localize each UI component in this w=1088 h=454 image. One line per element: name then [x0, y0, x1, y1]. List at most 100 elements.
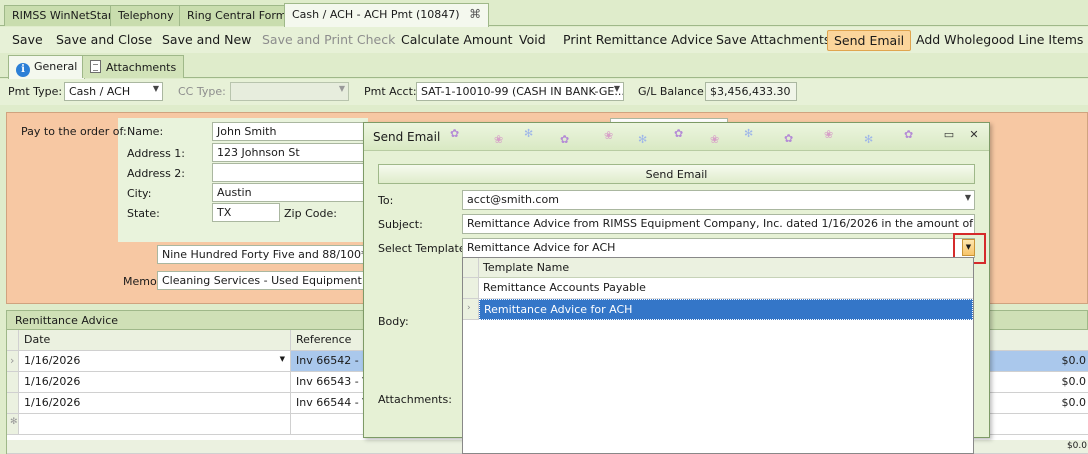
column-header-amount[interactable] [990, 330, 1088, 351]
state-label: State: [127, 207, 160, 220]
tab-rimss-winnetstar[interactable]: RIMSS WinNetStar [4, 5, 121, 26]
column-header-reference[interactable]: Reference [291, 330, 371, 351]
address1-value: 123 Johnson St [217, 146, 300, 159]
tab-label: Cash / ACH - ACH Pmt (10847) [292, 8, 460, 21]
template-option-selected[interactable]: Remittance Advice for ACH [479, 299, 973, 320]
payment-header-row: Pmt Type: Cash / ACH ▼ CC Type: ▼ Pmt Ac… [0, 79, 1088, 105]
chevron-down-icon[interactable]: ▼ [965, 193, 971, 202]
chevron-down-icon: ▼ [152, 84, 159, 93]
row-indicator-icon: › [463, 299, 479, 320]
to-label: To: [378, 194, 394, 207]
amount-in-words-value: Nine Hundred Forty Five and 88/100***** [162, 248, 366, 261]
address2-field[interactable] [212, 163, 366, 182]
subject-label: Subject: [378, 218, 423, 231]
flower-decoration-icon: ❀ [494, 133, 504, 146]
close-tab-icon[interactable]: ⌘ [469, 7, 481, 21]
pmt-acct-select[interactable]: SAT-1-10010-99 (CASH IN BANK-GE... ▼ [416, 82, 624, 101]
calculate-amount-button[interactable]: Calculate Amount [395, 30, 518, 51]
star-decoration-icon: ✻ [524, 127, 534, 140]
column-header-date[interactable]: Date [19, 330, 291, 351]
address1-label: Address 1: [127, 147, 186, 160]
payee-name-field[interactable]: John Smith [212, 122, 366, 141]
tab-telephony[interactable]: Telephony [110, 5, 182, 26]
tab-label: General [34, 60, 78, 73]
tab-label: Telephony [118, 9, 174, 22]
row-indicator-icon[interactable]: › [7, 351, 19, 372]
save-and-print-check-button[interactable]: Save and Print Check [256, 30, 401, 51]
gl-balance-field: $3,456,433.30 [705, 82, 797, 101]
chevron-down-icon[interactable]: ▼ [280, 355, 285, 363]
maximize-icon[interactable]: ▭ [942, 128, 956, 142]
tab-general[interactable]: i General [8, 55, 86, 79]
star-decoration-icon: ✻ [864, 133, 874, 146]
flower-decoration-icon: ❀ [710, 133, 720, 146]
save-attachments-button[interactable]: Save Attachments [710, 30, 836, 51]
address1-field[interactable]: 123 Johnson St [212, 143, 366, 162]
zip-code-label: Zip Code: [284, 207, 337, 220]
tab-attachments[interactable]: Attachments [82, 55, 185, 78]
footer-amount: $0.0 [1066, 441, 1087, 451]
butterfly-decoration-icon: ✿ [560, 133, 570, 146]
cc-type-select[interactable]: ▼ [230, 82, 349, 101]
tab-cash-ach-pmt[interactable]: Cash / ACH - ACH Pmt (10847) ⌘ [284, 3, 490, 27]
save-and-close-button[interactable]: Save and Close [50, 30, 158, 51]
subject-value: Remittance Advice from RIMSS Equipment C… [467, 217, 975, 230]
pmt-type-select[interactable]: Cash / ACH ▼ [64, 82, 163, 101]
butterfly-decoration-icon: ✿ [784, 132, 794, 145]
body-label: Body: [378, 315, 409, 328]
template-value: Remittance Advice for ACH [467, 241, 616, 254]
subject-field[interactable]: Remittance Advice from RIMSS Equipment C… [462, 214, 975, 234]
memo-value: Cleaning Services - Used Equipment [162, 274, 362, 287]
flower-decoration-icon: ❀ [824, 128, 834, 141]
table-row-reference[interactable]: Inv 66542 - Pa [291, 351, 371, 372]
void-button[interactable]: Void [513, 30, 552, 51]
city-label: City: [127, 187, 152, 200]
send-email-dialog-button[interactable]: Send Email [378, 164, 975, 184]
dialog-title-bar[interactable]: Send Email ✿ ❀ ✻ ✿ ❀ ✻ ✿ ❀ ✻ ✿ ❀ ✻ ✿ ▭ ✕ [364, 123, 989, 151]
state-field[interactable]: TX [212, 203, 280, 222]
table-row-amount[interactable]: $0.0 [990, 372, 1088, 393]
template-option[interactable]: Remittance Accounts Payable [479, 278, 973, 299]
flower-decoration-icon: ❀ [604, 129, 614, 142]
pmt-acct-label: Pmt Acct: [364, 85, 417, 98]
close-icon[interactable]: ✕ [967, 128, 981, 142]
row-indicator[interactable] [7, 393, 19, 414]
select-template-label: Select Template: [378, 242, 470, 255]
form-tab-strip: i General Attachments [0, 53, 1088, 79]
document-tab-strip: RIMSS WinNetStar Telephony Ring Central … [0, 0, 1088, 27]
table-row-date[interactable]: 1/16/2026 [19, 393, 291, 414]
gl-balance-value: $3,456,433.30 [710, 85, 791, 98]
new-row-icon[interactable]: ✻ [7, 414, 19, 435]
state-value: TX [217, 206, 232, 219]
new-row-reference[interactable] [291, 414, 371, 435]
tab-ring-central-form[interactable]: Ring Central Form [179, 5, 295, 26]
table-row-date[interactable]: 1/16/2026 [19, 372, 291, 393]
pmt-acct-value: SAT-1-10010-99 (CASH IN BANK-GE... [421, 85, 624, 98]
cc-type-label: CC Type: [178, 85, 226, 98]
table-row-date[interactable]: 1/16/2026 ▼ [19, 351, 291, 372]
template-select[interactable]: Remittance Advice for ACH [462, 238, 975, 258]
chevron-down-icon: ▼ [338, 84, 345, 93]
new-row-date[interactable] [19, 414, 291, 435]
table-row-reference[interactable]: Inv 66544 - Ve [291, 393, 371, 414]
new-row-amount[interactable] [990, 414, 1088, 435]
column-header-template-name: Template Name [483, 261, 570, 274]
pay-to-label: Pay to the order of: [21, 125, 127, 138]
butterfly-decoration-icon: ✿ [904, 128, 914, 141]
header-corner [463, 258, 479, 278]
row-indicator [463, 278, 479, 299]
send-email-button[interactable]: Send Email [827, 30, 912, 51]
table-row-amount[interactable]: $0.0 [990, 393, 1088, 414]
table-row-reference[interactable]: Inv 66543 - Ve [291, 372, 371, 393]
save-and-new-button[interactable]: Save and New [156, 30, 257, 51]
table-row-amount[interactable]: $0.0 [990, 351, 1088, 372]
pmt-type-value: Cash / ACH [69, 85, 131, 98]
city-field[interactable]: Austin [212, 183, 366, 202]
amount-in-words-field: Nine Hundred Forty Five and 88/100***** [157, 245, 366, 264]
row-indicator[interactable] [7, 372, 19, 393]
print-remittance-advice-button[interactable]: Print Remittance Advice [557, 30, 719, 51]
memo-field[interactable]: Cleaning Services - Used Equipment [157, 271, 366, 290]
save-button[interactable]: Save [6, 30, 49, 51]
add-wholegood-line-items-button[interactable]: Add Wholegood Line Items [910, 30, 1088, 51]
to-field[interactable]: acct@smith.com ▼ [462, 190, 975, 210]
